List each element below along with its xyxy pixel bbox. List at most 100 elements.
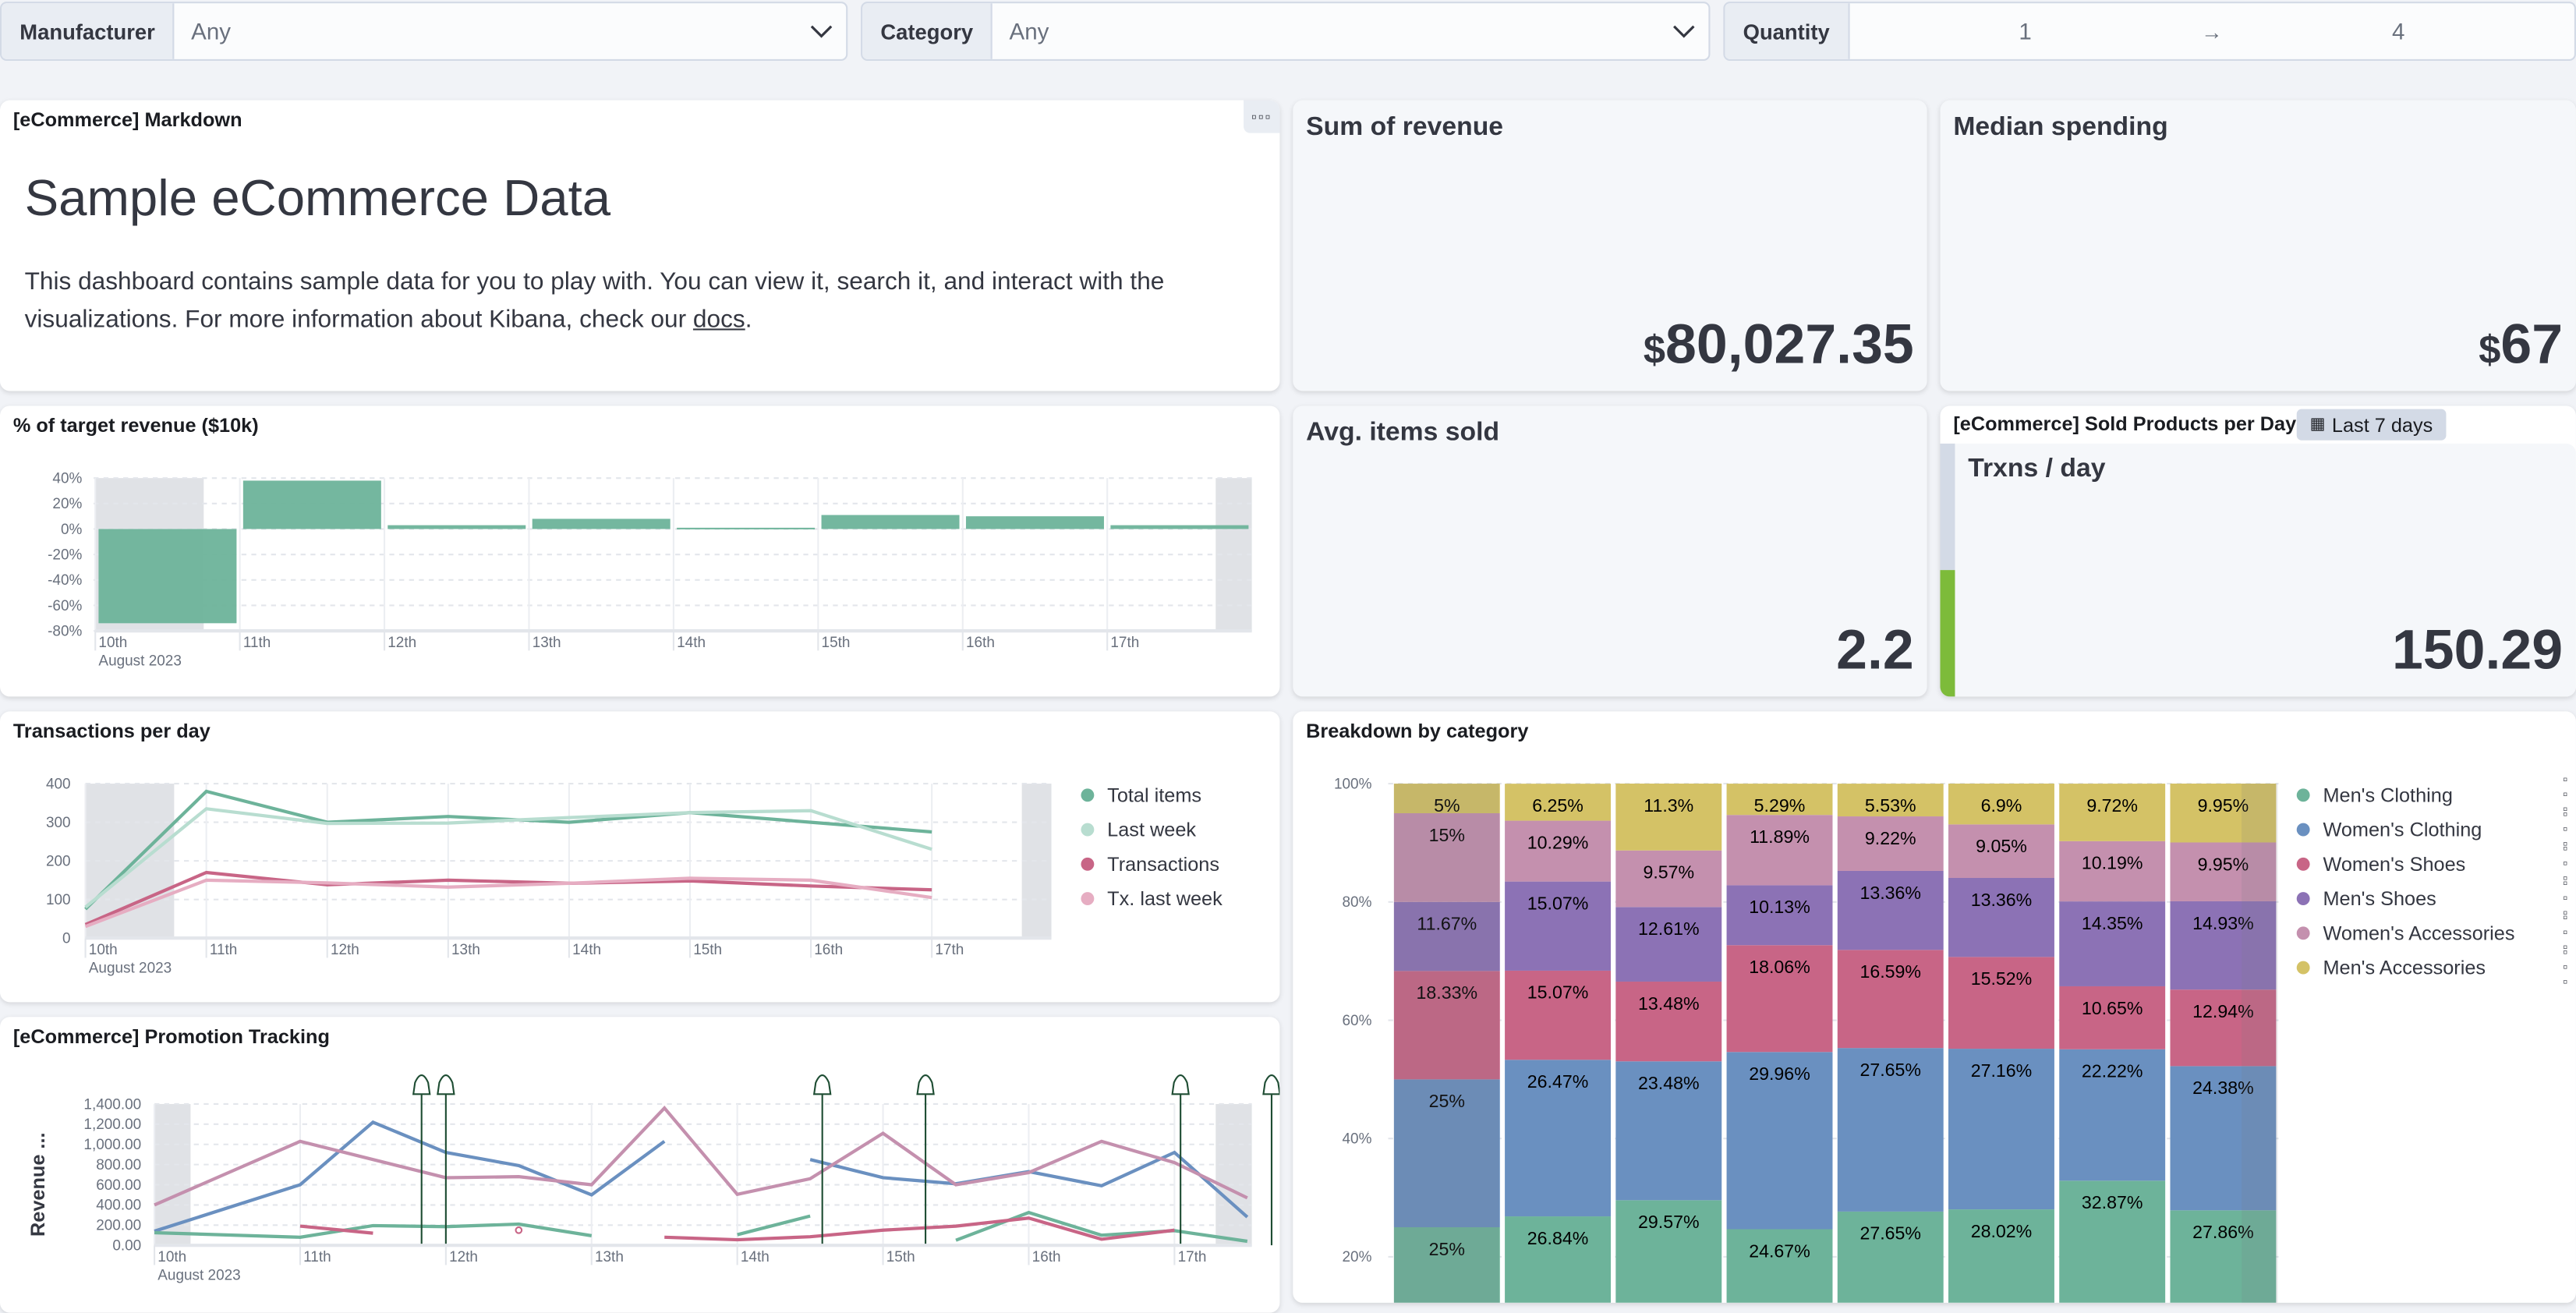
- text: This dashboard contains sample data for …: [24, 267, 1165, 334]
- breakdown-panel: Breakdown by category 100%80%60%40%20%25…: [1293, 711, 2576, 1303]
- data-label: 9.05%: [1976, 836, 2027, 856]
- legend-item[interactable]: Men's Clothing ▫▫▫: [2296, 772, 2573, 816]
- x-tick-label: 16th: [814, 942, 843, 958]
- time-range-badge[interactable]: ▦ Last 7 days: [2296, 409, 2447, 441]
- chevron-down-icon[interactable]: [1659, 24, 1708, 39]
- chart-legend: Men's Clothing ▫▫▫ Women's Clothing ▫▫▫ Wome…: [2296, 772, 2573, 989]
- data-label: 18.06%: [1749, 957, 1810, 977]
- y-tick-label: 1,000.00: [83, 1137, 141, 1153]
- sold-products-panel: [eCommerce] Sold Products per Day ▦ Last …: [1940, 405, 2576, 697]
- data-label: 6.25%: [1532, 795, 1583, 816]
- legend-dot: [2296, 891, 2310, 904]
- series-line: [154, 1120, 666, 1233]
- bar: [1110, 525, 1249, 529]
- legend-item[interactable]: Total items: [1081, 777, 1222, 812]
- y-tick-label: 400: [46, 776, 71, 792]
- metric-value: $67: [2479, 313, 2563, 377]
- y-tick-label: -80%: [48, 623, 82, 639]
- data-label: 29.57%: [1638, 1212, 1700, 1232]
- manufacturer-filter[interactable]: Manufacturer Any: [0, 2, 848, 61]
- x-axis-sublabel: August 2023: [157, 1267, 240, 1283]
- quantity-min-input[interactable]: 1: [1849, 18, 2201, 44]
- shaded-region: [2242, 784, 2278, 1303]
- data-label: 10.13%: [1749, 897, 1810, 917]
- y-tick-label: 0.00: [112, 1238, 141, 1255]
- y-tick-label: 40%: [1342, 1131, 1371, 1148]
- promotion-chart[interactable]: 1,400.00 1,200.00 1,000.00 800.00 600.00 400.…: [0, 1017, 1280, 1312]
- legend-dot: [2296, 856, 2310, 870]
- x-tick-label: 11th: [210, 942, 237, 958]
- chevron-down-icon[interactable]: [797, 24, 846, 39]
- x-tick-label: 12th: [387, 635, 416, 651]
- data-label: 5.53%: [1865, 795, 1916, 816]
- y-tick-label: -40%: [48, 572, 82, 589]
- x-tick-label: 14th: [572, 942, 601, 958]
- legend-item[interactable]: Men's Shoes ▫▫▫: [2296, 876, 2573, 920]
- markdown-panel: [eCommerce] Markdown ▫▫▫ Sample eCommerc…: [0, 100, 1280, 391]
- series-line: [955, 1210, 1248, 1244]
- breakdown-chart[interactable]: 100%80%60%40%20%25%25%18.33%11.67%15%5%2…: [1293, 711, 2279, 1303]
- docs-link[interactable]: docs: [693, 306, 745, 334]
- legend-label: Tx. last week: [1107, 886, 1223, 910]
- data-label: 6.9%: [1981, 795, 2022, 816]
- category-filter[interactable]: Category Any: [861, 2, 1711, 61]
- legend-item[interactable]: Transactions: [1081, 846, 1222, 880]
- legend-item[interactable]: Women's Accessories ▫▫▫: [2296, 910, 2573, 954]
- target-revenue-chart[interactable]: 40% 20% 0% -20% -40% -60% -80% 10th 11th 12th 13th…: [0, 405, 1279, 696]
- y-tick-label: 0: [62, 930, 71, 947]
- series-line: [154, 1105, 1248, 1207]
- data-label: 29.96%: [1749, 1063, 1810, 1084]
- x-tick-label: 10th: [89, 942, 118, 958]
- legend-item[interactable]: Last week: [1081, 812, 1222, 846]
- data-label: 10.29%: [1527, 832, 1589, 852]
- panel-options-button[interactable]: ▫▫▫: [1244, 100, 1280, 133]
- x-tick-label: 13th: [451, 942, 480, 958]
- quantity-max-input[interactable]: 4: [2223, 18, 2574, 44]
- legend-dot: [2296, 925, 2310, 940]
- legend-item[interactable]: Women's Shoes ▫▫▫: [2296, 841, 2573, 886]
- x-tick-label: 13th: [595, 1249, 624, 1265]
- data-label: 24.67%: [1749, 1240, 1810, 1261]
- metric-value: $80,027.35: [1644, 313, 1914, 377]
- data-label: 27.65%: [1859, 1223, 1921, 1244]
- data-label: 9.57%: [1643, 862, 1694, 883]
- y-tick-label: 200: [46, 853, 71, 869]
- bell-icon: [412, 1074, 431, 1095]
- legend-item[interactable]: Men's Accessories ▫▫▫: [2296, 945, 2573, 989]
- x-tick-label: 11th: [243, 635, 271, 651]
- bell-icon: [916, 1074, 935, 1095]
- data-label: 32.87%: [2082, 1192, 2143, 1212]
- y-tick-label: -60%: [48, 598, 82, 614]
- data-label: 27.65%: [1859, 1060, 1921, 1080]
- legend-item[interactable]: Tx. last week: [1081, 880, 1223, 915]
- value: 67: [2500, 313, 2564, 377]
- data-label: 5.29%: [1754, 795, 1806, 816]
- bar-segment: [1726, 815, 1833, 886]
- bar: [242, 480, 381, 529]
- quantity-filter[interactable]: Quantity 1 → 4: [1723, 2, 2576, 61]
- metric-title: Median spending: [1953, 113, 2168, 142]
- bar: [677, 527, 816, 529]
- x-tick-label: 15th: [886, 1249, 915, 1265]
- arrow-right-icon: →: [2201, 19, 2223, 44]
- metric-title: Sum of revenue: [1306, 113, 1504, 142]
- legend-dot: [2296, 787, 2310, 802]
- kebab-menu-icon[interactable]: ▫▫▫: [2558, 945, 2573, 989]
- legend-item[interactable]: Women's Clothing ▫▫▫: [2296, 807, 2573, 851]
- data-label: 13.48%: [1638, 993, 1700, 1014]
- y-tick-label: 60%: [1342, 1013, 1371, 1029]
- metric-value: 2.2: [1836, 619, 1914, 682]
- data-label: 9.95%: [2198, 854, 2249, 874]
- x-tick-label: 14th: [677, 635, 706, 651]
- x-tick-label: 12th: [331, 942, 359, 958]
- markdown-heading: Sample eCommerce Data: [24, 169, 611, 227]
- filter-value: Any: [191, 18, 232, 44]
- data-label: 11.3%: [1644, 795, 1693, 816]
- y-tick-label: 0%: [61, 522, 83, 538]
- x-tick-label: 16th: [966, 635, 995, 651]
- legend-label: Women's Accessories: [2323, 921, 2515, 944]
- data-label: 27.16%: [1971, 1060, 2033, 1081]
- bar-segment: [1615, 784, 1722, 851]
- y-tick-label: 20%: [52, 496, 82, 512]
- data-label: 10.65%: [2082, 998, 2143, 1018]
